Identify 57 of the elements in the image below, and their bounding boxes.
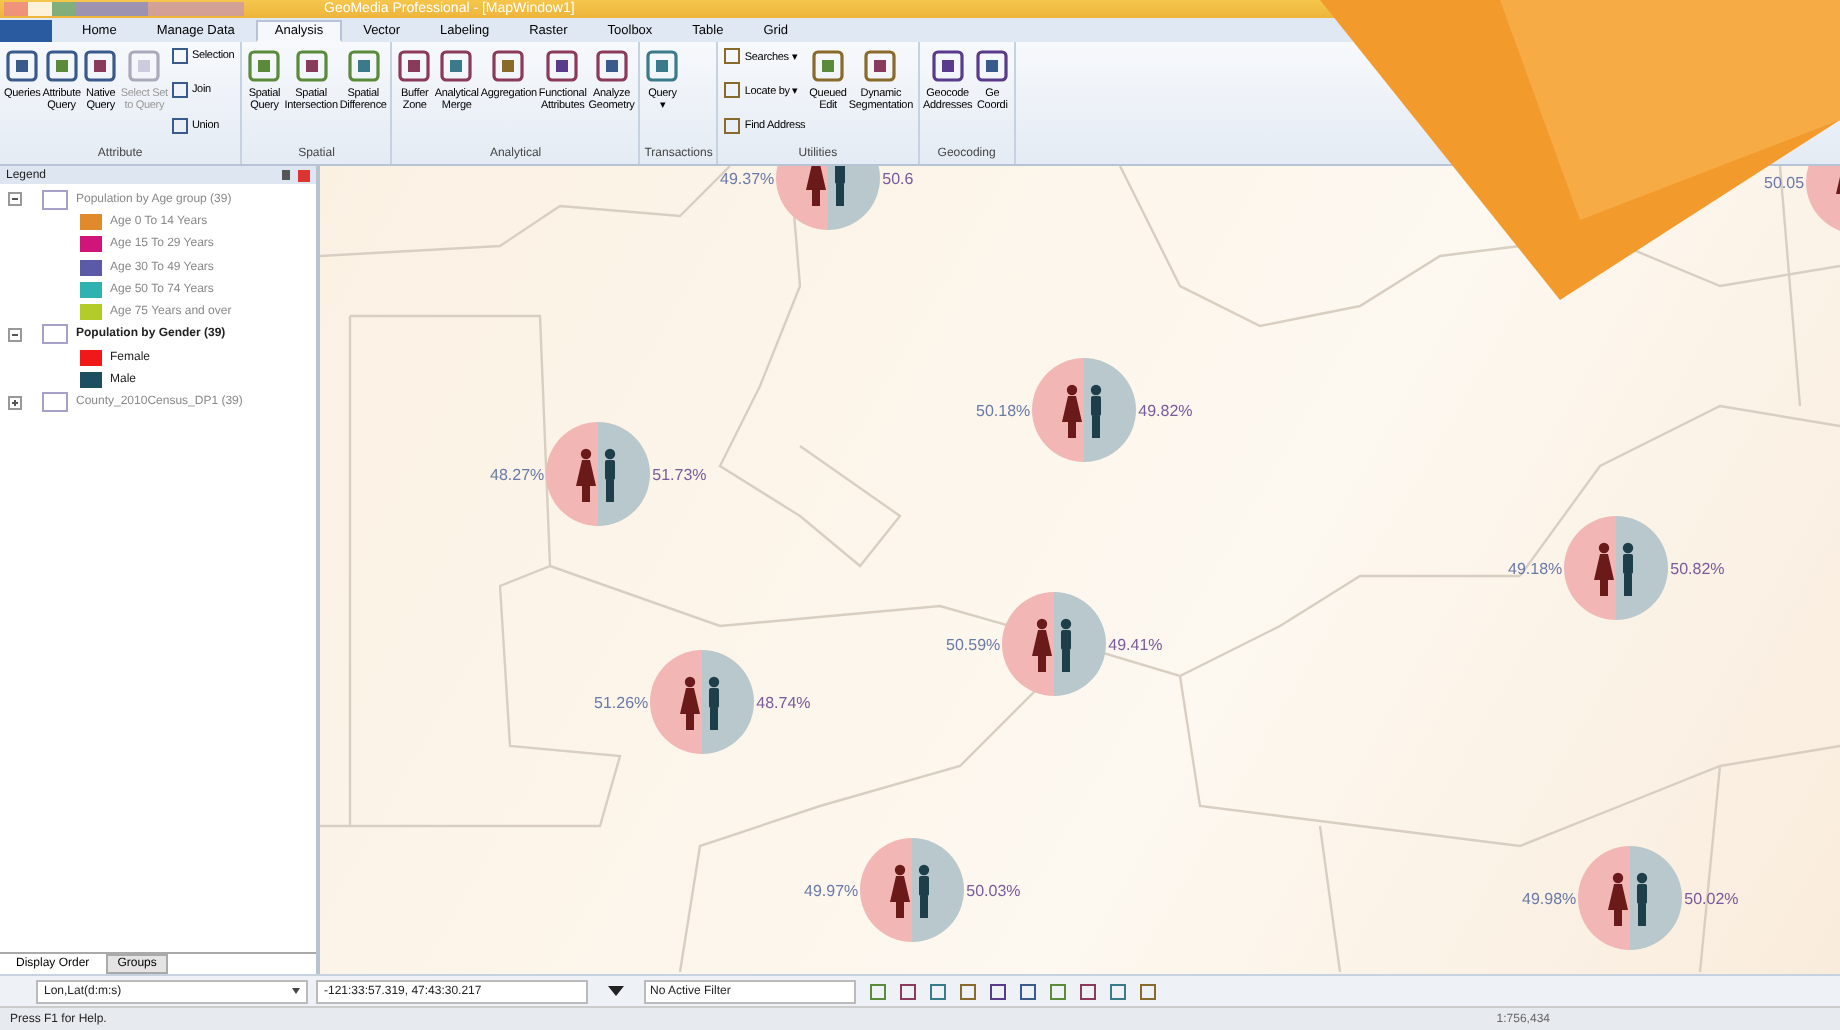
tool-icon (82, 48, 119, 84)
percentage-label: 48.27% (490, 465, 545, 483)
close-icon[interactable] (298, 169, 310, 181)
collapse-icon[interactable] (8, 327, 22, 342)
legend-swatch (42, 189, 68, 210)
gender-pie-icon[interactable] (1564, 516, 1669, 620)
percentage-label: 51.26% (594, 693, 649, 711)
tool-icon (929, 48, 966, 84)
percentage-label: 51.73% (652, 465, 707, 483)
percentage-label: 49.97% (804, 881, 859, 899)
tool-icon (724, 48, 741, 64)
percentage-label: 50.03% (966, 881, 1021, 899)
expand-icon[interactable] (8, 395, 22, 410)
percentage-label: 49.37% (720, 169, 775, 187)
tool-icon (171, 48, 188, 64)
tool-icon (810, 48, 847, 84)
collapse-icon[interactable] (8, 192, 22, 207)
tool-icon (126, 48, 163, 84)
tool-icon (438, 48, 475, 84)
gender-pie-icon[interactable] (650, 650, 755, 754)
tool-icon (490, 48, 527, 84)
tool-icon (862, 48, 899, 84)
percentage-label: 49.98% (1522, 889, 1577, 907)
tool-icon (246, 48, 283, 84)
percentage-label: 50.59% (946, 635, 1001, 653)
tool-icon (4, 48, 41, 84)
legend-swatch (42, 324, 68, 345)
percentage-label: 50.6 (882, 169, 914, 187)
gender-pie-icon[interactable] (1002, 592, 1107, 696)
tool-icon (974, 48, 1011, 84)
gender-pie-icon[interactable] (1032, 358, 1137, 462)
tool-icon (43, 48, 80, 84)
gender-pie-icon[interactable] (860, 838, 965, 942)
percentage-label: 49.82% (1138, 401, 1193, 419)
percentage-label: 49.41% (1108, 635, 1163, 653)
tool-icon (593, 48, 630, 84)
tool-icon (644, 48, 681, 84)
caret-icon[interactable] (292, 988, 300, 994)
percentage-label: 48.74% (756, 693, 811, 711)
tool-icon (171, 82, 188, 99)
legend-swatch (42, 392, 68, 413)
percentage-label: 50.05 (1764, 173, 1805, 191)
dropdown-arrow-icon[interactable] (608, 986, 624, 996)
quick-access-icons[interactable] (4, 2, 244, 16)
percentage-label: 50.18% (976, 401, 1031, 419)
gender-pie-icon[interactable] (546, 422, 651, 526)
percentage-label: 49.18% (1508, 559, 1563, 577)
percentage-label: 50.82% (1670, 559, 1725, 577)
tool-icon (171, 117, 188, 134)
tool-icon (544, 48, 581, 84)
tool-icon (724, 117, 741, 134)
tool-icon (724, 82, 741, 99)
tool-icon (293, 48, 330, 84)
percentage-label: 50.02% (1684, 889, 1739, 907)
tool-icon (396, 48, 433, 84)
gender-pie-icon[interactable] (1578, 846, 1683, 950)
tool-icon (345, 48, 382, 84)
